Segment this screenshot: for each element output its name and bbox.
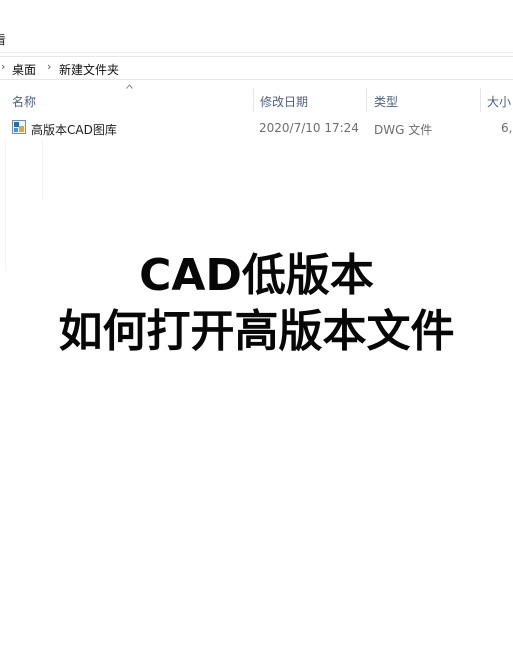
column-date-modified[interactable]: 修改日期 bbox=[260, 93, 308, 110]
explorer-screenshot: 看 › 桌面 › 新建文件夹 名称 修改日期 类型 大小 高版本CAD图库 20… bbox=[0, 0, 513, 670]
breadcrumb-separator: › bbox=[1, 60, 6, 73]
column-divider[interactable] bbox=[480, 88, 481, 112]
dwg-file-icon bbox=[12, 120, 26, 134]
ribbon-menu: 看 bbox=[0, 0, 513, 53]
column-divider[interactable] bbox=[366, 88, 367, 112]
column-header-row: 名称 修改日期 类型 大小 bbox=[0, 88, 513, 112]
caption-line-1: CAD低版本 bbox=[139, 250, 374, 301]
column-type[interactable]: 类型 bbox=[374, 93, 398, 110]
column-size[interactable]: 大小 bbox=[487, 93, 511, 110]
file-date-modified: 2020/7/10 17:24 bbox=[259, 121, 359, 135]
pane-divider bbox=[42, 140, 43, 200]
breadcrumb-new-folder[interactable]: 新建文件夹 bbox=[59, 61, 119, 78]
file-name[interactable]: 高版本CAD图库 bbox=[31, 121, 117, 138]
file-size: 6, bbox=[501, 121, 513, 135]
file-type: DWG 文件 bbox=[374, 123, 433, 137]
address-bar[interactable]: › 桌面 › 新建文件夹 bbox=[0, 56, 513, 80]
breadcrumb-separator: › bbox=[47, 60, 52, 73]
view-menu-label[interactable]: 看 bbox=[0, 31, 6, 48]
caption-line-2: 如何打开高版本文件 bbox=[58, 306, 455, 357]
column-name[interactable]: 名称 bbox=[12, 93, 36, 110]
breadcrumb-desktop[interactable]: 桌面 bbox=[12, 61, 36, 78]
file-row[interactable]: 高版本CAD图库 2020/7/10 17:24 DWG 文件 6, bbox=[0, 117, 513, 139]
overlay-caption: CAD低版本 如何打开高版本文件 bbox=[0, 248, 513, 360]
column-divider[interactable] bbox=[253, 88, 254, 112]
